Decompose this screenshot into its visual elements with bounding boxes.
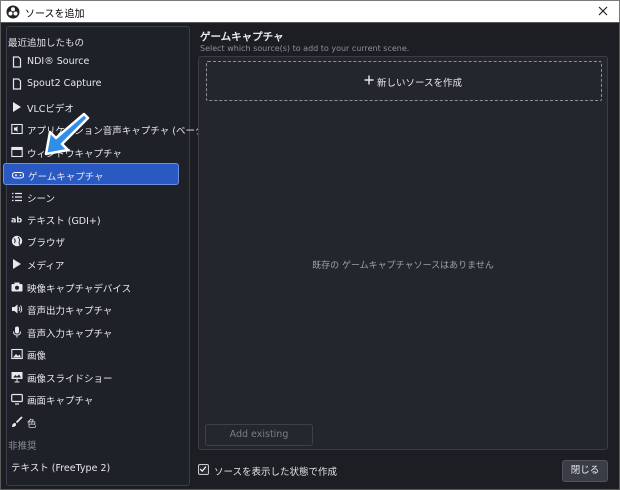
source-item-video-capture[interactable]: 映像キャプチャデバイス <box>3 276 179 298</box>
source-item-spout2[interactable]: Spout2 Capture <box>3 73 179 95</box>
source-item-text-gdi[interactable]: ab テキスト (GDI+) <box>3 208 179 230</box>
window-title: ソースを追加 <box>25 9 85 20</box>
monitor-icon <box>11 393 23 405</box>
make-visible-label[interactable]: ソースを表示した状態で作成 <box>214 464 337 478</box>
close-button[interactable]: 閉じる <box>562 460 608 482</box>
title-bar: ソースを追加 <box>0 0 620 22</box>
add-existing-button[interactable]: Add existing <box>205 424 313 446</box>
slideshow-icon <box>11 372 23 383</box>
brush-icon <box>12 416 23 427</box>
section-subtitle: Select which source(s) to add to your cu… <box>200 44 410 53</box>
speaker-icon <box>12 304 23 314</box>
source-item-text-freetype[interactable]: テキスト (FreeType 2) <box>3 455 179 477</box>
text-icon: ab <box>11 216 22 225</box>
app-audio-icon <box>11 123 23 135</box>
gamepad-icon <box>12 171 24 179</box>
existing-sources-panel <box>198 56 608 450</box>
source-item-game-capture[interactable]: ゲームキャプチャ <box>3 163 179 185</box>
empty-state-message: 既存の ゲームキャプチャソースはありません <box>312 261 494 271</box>
microphone-icon <box>13 326 21 338</box>
list-icon <box>12 192 22 202</box>
make-visible-checkbox[interactable] <box>198 464 209 475</box>
source-item-slideshow[interactable]: 画像スライドショー <box>3 366 179 388</box>
play-icon <box>13 259 21 269</box>
svg-text:ab: ab <box>11 216 22 225</box>
plus-icon <box>364 75 374 85</box>
camera-icon <box>11 282 23 292</box>
globe-icon <box>11 235 23 247</box>
checkmark-icon <box>199 466 207 472</box>
source-item-media[interactable]: メディア <box>3 253 179 275</box>
play-icon <box>13 102 21 112</box>
deprecated-header: 非推奨 <box>8 441 37 452</box>
document-icon <box>12 78 22 90</box>
recent-header: 最近追加したもの <box>8 38 85 49</box>
source-item-audio-output[interactable]: 音声出力キャプチャ <box>3 298 179 320</box>
close-icon[interactable] <box>595 3 611 19</box>
document-icon <box>12 56 22 68</box>
source-item-display-capture[interactable]: 画面キャプチャ <box>3 388 179 410</box>
source-item-audio-input[interactable]: 音声入力キャプチャ <box>3 321 179 343</box>
image-icon <box>11 348 23 360</box>
source-item-color[interactable]: 色 <box>3 411 179 433</box>
create-new-source-button[interactable]: 新しいソースを作成 <box>206 61 602 101</box>
source-item-image[interactable]: 画像 <box>3 343 179 365</box>
source-item-ndi[interactable]: NDI® Source <box>3 51 179 73</box>
source-item-browser[interactable]: ブラウザ <box>3 230 179 252</box>
obs-logo-icon <box>6 5 20 19</box>
section-title: ゲームキャプチャ <box>200 31 284 43</box>
window-icon <box>11 146 23 158</box>
pointer-arrow-icon <box>44 112 90 156</box>
source-item-scene[interactable]: シーン <box>3 186 179 208</box>
